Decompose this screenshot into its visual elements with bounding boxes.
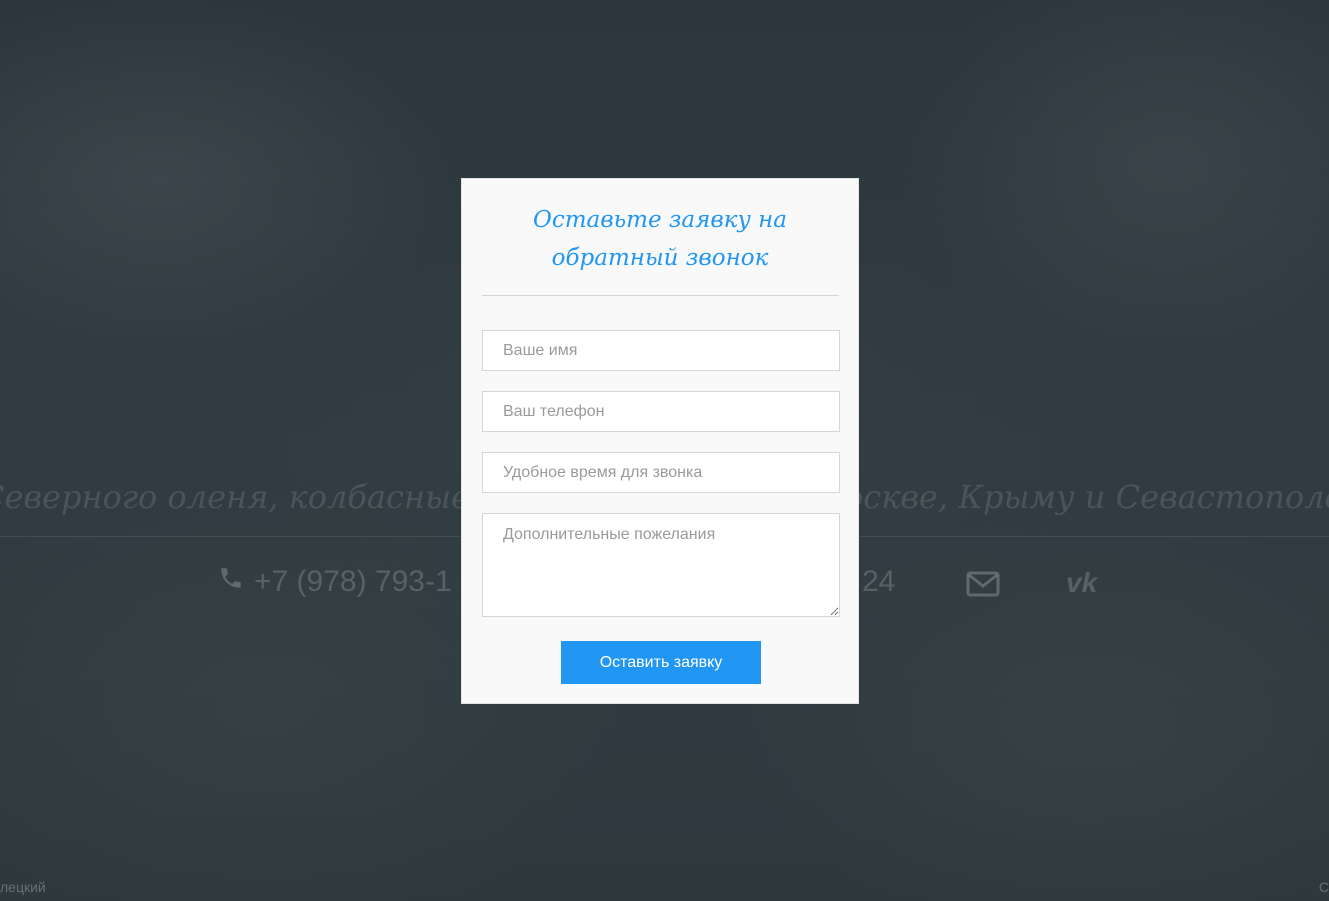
background-phone-1: +7 (978) 793-1 (218, 565, 452, 599)
background-phone-1-text: +7 (978) 793-1 (254, 565, 452, 598)
mail-icon (966, 571, 1000, 605)
name-input[interactable] (482, 330, 840, 371)
callback-modal: Оставьте заявку на обратный звонок Остав… (461, 178, 859, 704)
background-footer-right: С (1318, 879, 1329, 895)
submit-request-button[interactable]: Оставить заявку (561, 641, 761, 684)
call-time-input[interactable] (482, 452, 840, 493)
background-phone-2: 24 (862, 565, 896, 598)
wishes-textarea[interactable] (482, 513, 840, 617)
vk-icon: vk (1066, 567, 1098, 598)
phone-icon (218, 565, 244, 599)
background-footer-left: лецкий (0, 879, 46, 895)
modal-divider (482, 295, 839, 296)
modal-title: Оставьте заявку на обратный звонок (532, 207, 788, 271)
phone-input[interactable] (482, 391, 840, 432)
